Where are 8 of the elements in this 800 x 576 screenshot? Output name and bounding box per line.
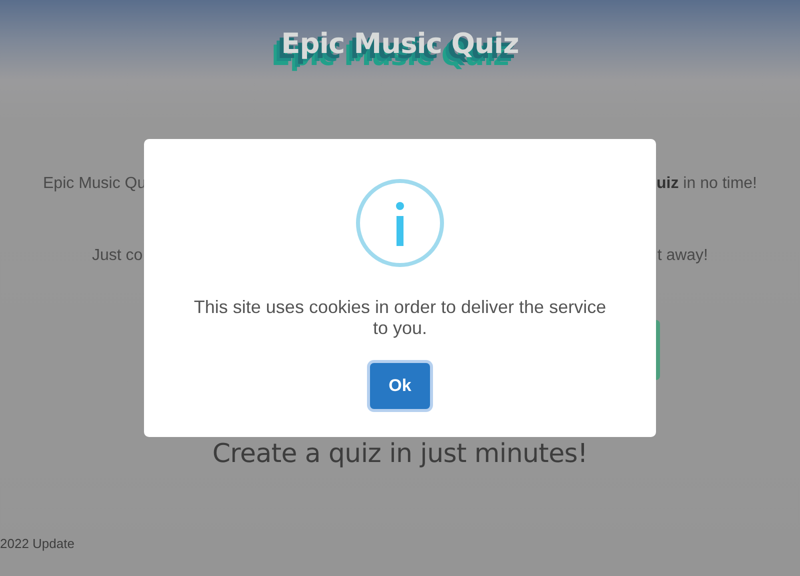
cookie-message: This site uses cookies in order to deliver the service to you. — [192, 297, 608, 339]
instruction-text: Just co — [92, 247, 143, 265]
info-icon — [356, 179, 444, 267]
instruction-text: t away! — [657, 247, 708, 265]
section-heading: Create a quiz in just minutes! — [212, 439, 588, 469]
intro-text: uiz in no time! — [656, 175, 757, 193]
ok-button[interactable]: Ok — [370, 363, 430, 409]
footer-text: 2022 Update — [0, 536, 74, 551]
